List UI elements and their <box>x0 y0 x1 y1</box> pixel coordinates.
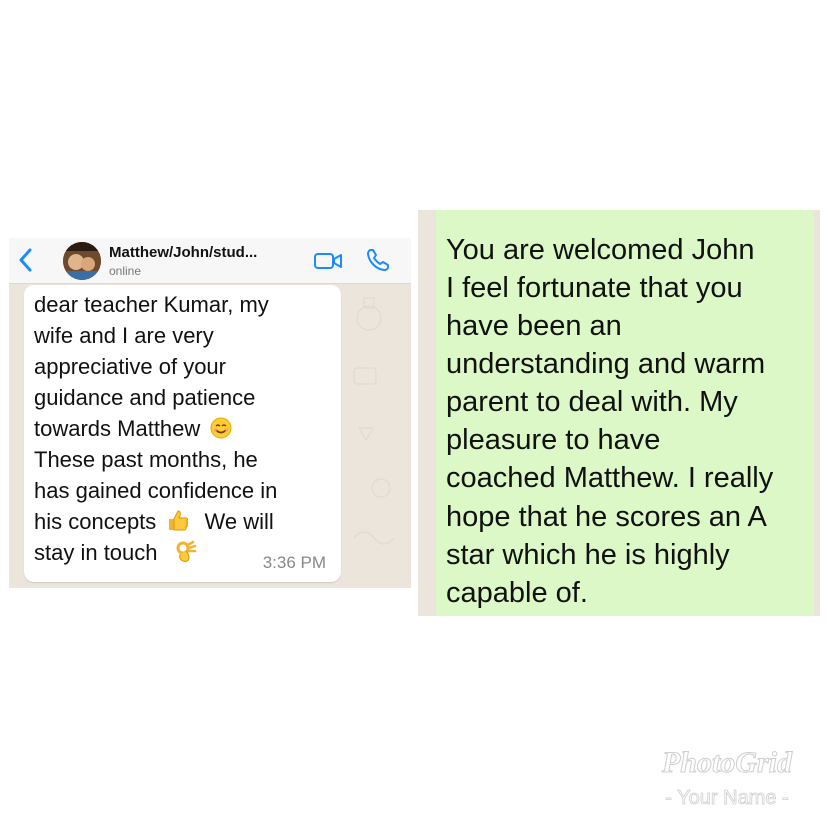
message-line-with-emoji: stay in touch <box>34 539 198 567</box>
reply-line: parent to deal with. My <box>446 386 738 418</box>
video-camera-icon[interactable] <box>313 250 343 272</box>
message-text: stay in touch <box>34 540 158 565</box>
thumbs-up-emoji-icon <box>169 510 189 531</box>
chat-screenshot: Matthew/John/stud... online dear teacher… <box>9 238 411 588</box>
reply-line: capable of. <box>446 577 588 609</box>
message-text: towards Matthew <box>34 416 201 441</box>
reply-line: have been an <box>446 310 622 342</box>
reply-line: understanding and warm <box>446 348 766 380</box>
contact-avatar[interactable] <box>63 242 101 280</box>
message-timestamp: 3:36 PM <box>262 553 326 572</box>
reply-line: hope that he scores an A <box>446 501 767 533</box>
reply-line: star which he is highly <box>446 539 730 571</box>
reply-screenshot: You are welcomed John I feel fortunate t… <box>418 210 820 616</box>
reply-line: I feel fortunate that you <box>446 272 743 304</box>
message-line: dear teacher Kumar, my <box>34 292 269 317</box>
reply-line: coached Matthew. I really <box>446 462 774 494</box>
phone-icon[interactable] <box>365 247 391 273</box>
watermark-brand: PhotoGrid <box>661 746 793 779</box>
back-chevron-icon[interactable] <box>15 246 37 274</box>
avatar-photo <box>63 242 101 280</box>
reply-line: You are welcomed John <box>446 234 755 266</box>
contact-name[interactable]: Matthew/John/stud... <box>109 244 257 261</box>
message-line: wife and I are very <box>34 323 214 348</box>
message-line-with-emoji: towards Matthew <box>34 415 232 443</box>
outgoing-message-bubble[interactable]: You are welcomed John I feel fortunate t… <box>436 210 814 616</box>
message-line: These past months, he <box>34 447 258 472</box>
ok-hand-emoji-icon <box>176 540 196 562</box>
watermark-subtitle: - Your Name - <box>665 787 788 809</box>
message-line: guidance and patience <box>34 385 256 410</box>
message-text: his concepts <box>34 509 157 534</box>
smiling-face-emoji-icon <box>210 417 232 439</box>
message-line: appreciative of your <box>34 354 226 379</box>
message-line-with-emoji: his concepts We will <box>34 508 274 536</box>
chat-header: Matthew/John/stud... online <box>9 238 411 284</box>
message-text: We will <box>204 509 274 534</box>
message-line: has gained confidence in <box>34 478 278 503</box>
incoming-message-bubble[interactable]: dear teacher Kumar, my wife and I are ve… <box>24 285 341 582</box>
contact-status: online <box>109 264 142 278</box>
reply-line: pleasure to have <box>446 424 661 456</box>
photogrid-watermark: PhotoGrid - Your Name - <box>660 746 793 810</box>
